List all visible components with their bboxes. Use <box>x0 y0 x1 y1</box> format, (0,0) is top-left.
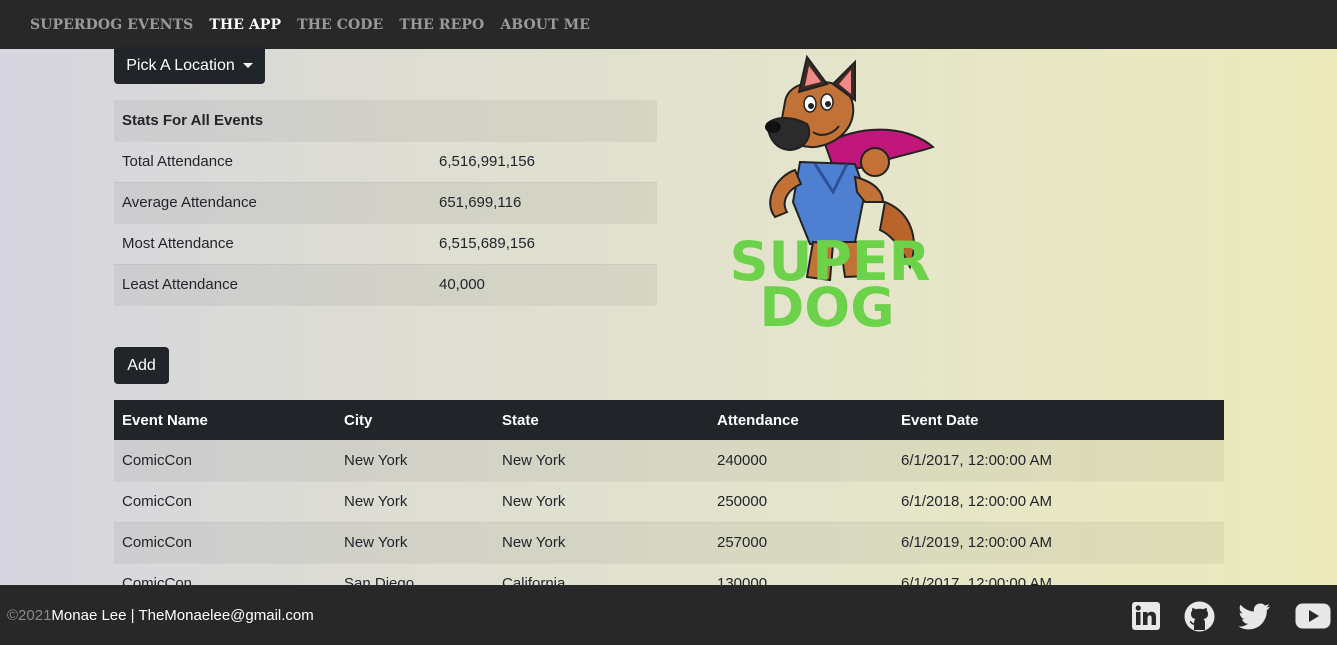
stats-label: Least Attendance <box>122 276 238 293</box>
stats-row: Total Attendance 6,516,991,156 <box>114 141 657 182</box>
logo-text-dog: DOG <box>759 276 894 334</box>
nav-item-about-me[interactable]: ABOUT ME <box>500 17 590 33</box>
footer-author: Monae Lee | TheMonaelee@gmail.com <box>51 606 314 624</box>
cell-event-date: 6/1/2018, 12:00:00 AM <box>901 493 1052 510</box>
stats-value: 651,699,116 <box>439 194 522 211</box>
cell-event-name: ComicCon <box>114 440 336 481</box>
cell-city: New York <box>344 493 408 510</box>
footer-copyright: ©2021 <box>7 606 52 624</box>
stats-row: Average Attendance 651,699,116 <box>114 182 657 223</box>
twitter-icon[interactable] <box>1238 603 1271 636</box>
stats-value: 40,000 <box>439 276 485 293</box>
table-row[interactable]: ComicCon New York New York 250000 6/1/20… <box>114 481 1224 522</box>
events-table: Event Name City State Attendance Event D… <box>114 400 1224 605</box>
cell-event-name: ComicCon <box>114 522 336 563</box>
pick-location-label: Pick A Location <box>126 56 235 74</box>
top-navbar: SUPERDOG EVENTS THE APP THE CODE THE REP… <box>0 0 1337 49</box>
stats-table: Stats For All Events Total Attendance 6,… <box>114 100 657 306</box>
nav-item-the-repo[interactable]: THE REPO <box>399 17 484 33</box>
column-header-attendance[interactable]: Attendance <box>709 400 893 440</box>
column-header-event-date[interactable]: Event Date <box>893 400 1224 440</box>
youtube-icon[interactable] <box>1295 603 1331 634</box>
nav-item-the-app[interactable]: THE APP <box>209 17 281 33</box>
cell-state: New York <box>502 493 566 510</box>
cell-attendance: 257000 <box>709 522 893 563</box>
cell-state: New York <box>494 522 709 563</box>
events-header-row: Event Name City State Attendance Event D… <box>114 400 1224 440</box>
table-row[interactable]: ComicCon New York New York 257000 6/1/20… <box>114 522 1224 563</box>
stats-value: 6,516,991,156 <box>439 153 535 170</box>
superdog-logo: SUPER DOG <box>730 54 935 334</box>
caret-down-icon <box>242 63 253 68</box>
column-header-state[interactable]: State <box>494 400 709 440</box>
stats-label: Most Attendance <box>122 235 234 252</box>
stats-label: Total Attendance <box>122 153 233 170</box>
cell-city: New York <box>336 522 494 563</box>
github-icon[interactable] <box>1184 601 1215 637</box>
table-row[interactable]: ComicCon New York New York 240000 6/1/20… <box>114 440 1224 481</box>
stats-label: Average Attendance <box>122 194 257 211</box>
stats-value: 6,515,689,156 <box>439 235 535 252</box>
cell-event-name: ComicCon <box>122 493 193 510</box>
cell-attendance: 240000 <box>709 440 893 481</box>
linkedin-icon[interactable] <box>1131 601 1161 636</box>
cell-state: New York <box>494 440 709 481</box>
cell-attendance: 250000 <box>717 493 768 510</box>
cell-event-date: 6/1/2017, 12:00:00 AM <box>893 440 1224 481</box>
cell-event-date: 6/1/2019, 12:00:00 AM <box>893 522 1224 563</box>
add-event-button[interactable]: Add <box>114 347 169 384</box>
pick-location-dropdown[interactable]: Pick A Location <box>114 47 265 84</box>
footer: ©2021 Monae Lee | TheMonaelee@gmail.com <box>0 585 1337 645</box>
stats-header: Stats For All Events <box>122 111 264 129</box>
column-header-city[interactable]: City <box>336 400 494 440</box>
nav-item-the-code[interactable]: THE CODE <box>297 17 383 33</box>
stats-header-row: Stats For All Events <box>114 100 657 141</box>
nav-brand[interactable]: SUPERDOG EVENTS <box>30 17 193 33</box>
stats-row: Most Attendance 6,515,689,156 <box>114 223 657 264</box>
stats-row: Least Attendance 40,000 <box>114 264 657 305</box>
cell-city: New York <box>336 440 494 481</box>
column-header-event-name[interactable]: Event Name <box>114 400 336 440</box>
